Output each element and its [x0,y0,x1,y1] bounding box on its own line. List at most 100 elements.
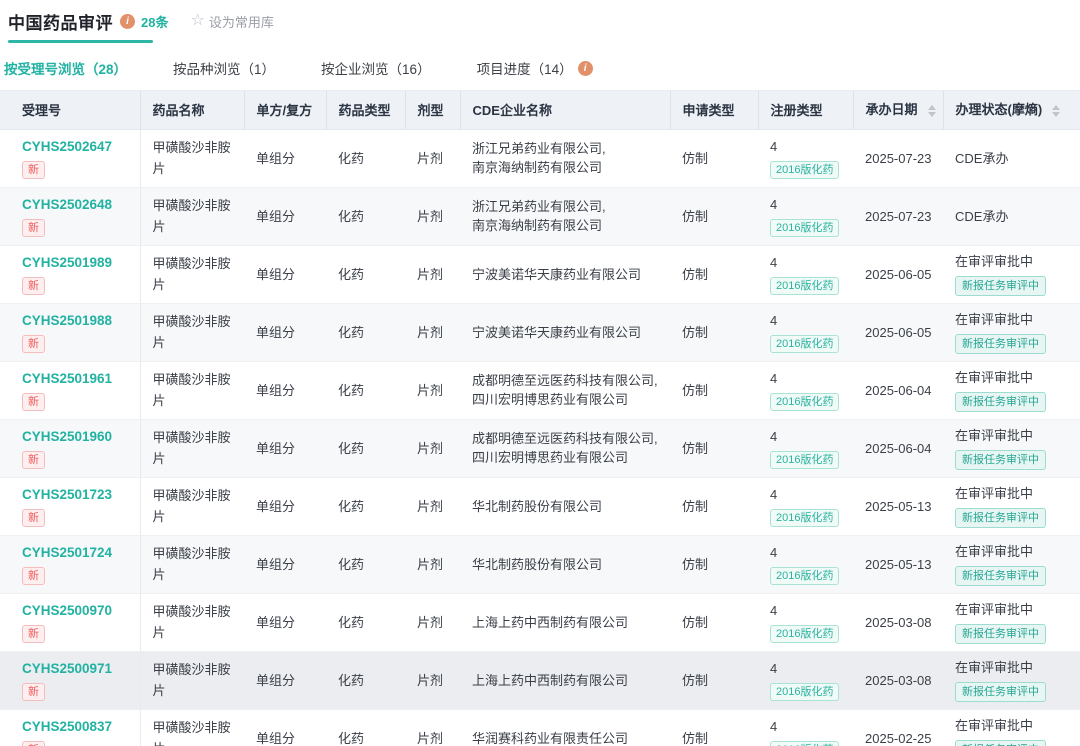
acceptance-no-link[interactable]: CYHS2500837 [22,718,132,736]
status-cell: 在审评审批中新报任务审评中 [943,651,1080,709]
dosage-form-cell: 片剂 [405,129,460,187]
acceptance-cell: CYHS2500970新 [0,593,140,651]
company-line: 成都明德至远医药科技有限公司, [472,429,662,448]
status-text: 在审评审批中 [955,658,1072,677]
acceptance-cell: CYHS2502648 新 [0,187,140,245]
sort-icon[interactable] [928,101,936,121]
column-header-status[interactable]: 办理状态(摩熵) [943,91,1080,129]
acceptance-no-link[interactable]: CYHS2501724 [22,544,132,562]
composition-cell: 单组分 [244,651,326,709]
status-cell: 在审评审批中新报任务审评中 [943,245,1080,303]
sort-desc-caret [1052,112,1060,121]
acceptance-no-link[interactable]: CYHS2501961 [22,370,132,388]
info-icon[interactable]: i [578,61,593,76]
status-badge: 新报任务审评中 [955,682,1046,702]
new-badge: 新 [22,335,45,353]
column-label: 药品名称 [153,103,205,118]
date-cell: 2025-06-05 [853,303,943,361]
composition-cell: 单组分 [244,419,326,477]
registration-type-cell: 42016版化药 [758,477,853,535]
record-count: 28条 [141,12,168,31]
company-cell: 成都明德至远医药科技有限公司,四川宏明博思药业有限公司 [460,419,670,477]
tab-by-company[interactable]: 按企业浏览（16） [321,58,431,78]
acceptance-no-link[interactable]: CYHS2500970 [22,602,132,620]
status-cell: 在审评审批中新报任务审评中 [943,477,1080,535]
drug-name-cell: 甲磺酸沙非胺片 [140,303,244,361]
registration-badge: 2016版化药 [770,683,839,701]
composition-cell: 单组分 [244,245,326,303]
drug-name-cell: 甲磺酸沙非胺片 [140,129,244,187]
tab-label: 项目进度（14） [477,58,573,78]
column-header-application_type: 申请类型 [670,91,758,129]
table-row[interactable]: CYHS2502647新甲磺酸沙非胺片单组分化药片剂浙江兄弟药业有限公司,南京海… [0,129,1080,187]
new-badge: 新 [22,219,45,237]
company-cell: 华润赛科药业有限责任公司 [460,709,670,746]
column-header-company: CDE企业名称 [460,91,670,129]
acceptance-no-link[interactable]: CYHS2502647 [22,138,132,156]
status-text: 在审评审批中 [955,310,1072,329]
status-badge: 新报任务审评中 [955,334,1046,354]
registration-badge: 2016版化药 [770,393,839,411]
acceptance-cell: CYHS2501724新 [0,535,140,593]
acceptance-no-link[interactable]: CYHS2500971 [22,660,132,678]
status-cell: 在审评审批中新报任务审评中 [943,303,1080,361]
dosage-form-cell: 片剂 [405,477,460,535]
application-type-cell: 仿制 [670,187,758,245]
application-type-cell: 仿制 [670,651,758,709]
info-icon[interactable]: i [120,14,135,29]
column-header-registration_type: 注册类型 [758,91,853,129]
new-badge: 新 [22,509,45,527]
dosage-form-cell: 片剂 [405,245,460,303]
registration-badge: 2016版化药 [770,219,839,237]
table-row[interactable]: CYHS2500970新甲磺酸沙非胺片单组分化药片剂上海上药中西制药有限公司仿制… [0,593,1080,651]
company-cell: 宁波美诺华天康药业有限公司 [460,303,670,361]
registration-type-value: 4 [770,543,845,562]
status-cell: CDE承办 [943,129,1080,187]
company-cell: 上海上药中西制药有限公司 [460,593,670,651]
acceptance-no-link[interactable]: CYHS2501988 [22,312,132,330]
composition-cell: 单组分 [244,535,326,593]
tab-by-variety[interactable]: 按品种浏览（1） [173,58,275,78]
table-row[interactable]: CYHS2501961新甲磺酸沙非胺片单组分化药片剂成都明德至远医药科技有限公司… [0,361,1080,419]
drug-name-cell: 甲磺酸沙非胺片 [140,709,244,746]
favorite-toggle[interactable]: ☆ 设为常用库 [190,12,273,31]
company-cell: 上海上药中西制药有限公司 [460,651,670,709]
composition-cell: 单组分 [244,593,326,651]
tab-by-acceptance[interactable]: 按受理号浏览（28） [4,58,127,78]
table-row[interactable]: CYHS2500971新甲磺酸沙非胺片单组分化药片剂上海上药中西制药有限公司仿制… [0,651,1080,709]
table-row[interactable]: CYHS2501989新甲磺酸沙非胺片单组分化药片剂宁波美诺华天康药业有限公司仿… [0,245,1080,303]
table-row[interactable]: CYHS2501724新甲磺酸沙非胺片单组分化药片剂华北制药股份有限公司仿制42… [0,535,1080,593]
table-row[interactable]: CYHS2501988新甲磺酸沙非胺片单组分化药片剂宁波美诺华天康药业有限公司仿… [0,303,1080,361]
date-cell: 2025-06-05 [853,245,943,303]
table-row[interactable]: CYHS2501723新甲磺酸沙非胺片单组分化药片剂华北制药股份有限公司仿制42… [0,477,1080,535]
column-label: 单方/复方 [257,103,313,118]
registration-type-cell: 42016版化药 [758,709,853,746]
table-row[interactable]: CYHS2501960新甲磺酸沙非胺片单组分化药片剂成都明德至远医药科技有限公司… [0,419,1080,477]
acceptance-no-link[interactable]: CYHS2501989 [22,254,132,272]
column-header-date[interactable]: 承办日期 [853,91,943,129]
application-type-cell: 仿制 [670,129,758,187]
dosage-form-cell: 片剂 [405,303,460,361]
sort-asc-caret [1052,101,1060,110]
acceptance-no-link[interactable]: CYHS2502648 [22,196,132,214]
company-line: 华润赛科药业有限责任公司 [472,729,662,746]
company-cell: 浙江兄弟药业有限公司,南京海纳制药有限公司 [460,187,670,245]
table-row[interactable]: CYHS2500837新甲磺酸沙非胺片单组分化药片剂华润赛科药业有限责任公司仿制… [0,709,1080,746]
application-type-cell: 仿制 [670,477,758,535]
sort-icon[interactable] [1052,101,1060,121]
company-cell: 华北制药股份有限公司 [460,535,670,593]
tab-progress[interactable]: 项目进度（14） i [477,58,593,78]
company-line: 华北制药股份有限公司 [472,555,662,574]
new-badge: 新 [22,393,45,411]
acceptance-cell: CYHS2501988 新 [0,303,140,361]
acceptance-no-link[interactable]: CYHS2501723 [22,486,132,504]
company-line: 四川宏明博思药业有限公司 [472,448,662,467]
registration-type-value: 4 [770,485,845,504]
column-label: CDE企业名称 [473,103,552,118]
acceptance-no-link[interactable]: CYHS2501960 [22,428,132,446]
company-cell: 成都明德至远医药科技有限公司,四川宏明博思药业有限公司 [460,361,670,419]
new-badge: 新 [22,741,45,746]
table-row[interactable]: CYHS2502648新甲磺酸沙非胺片单组分化药片剂浙江兄弟药业有限公司,南京海… [0,187,1080,245]
new-badge: 新 [22,161,45,179]
acceptance-cell: CYHS2501989新 [0,245,140,303]
